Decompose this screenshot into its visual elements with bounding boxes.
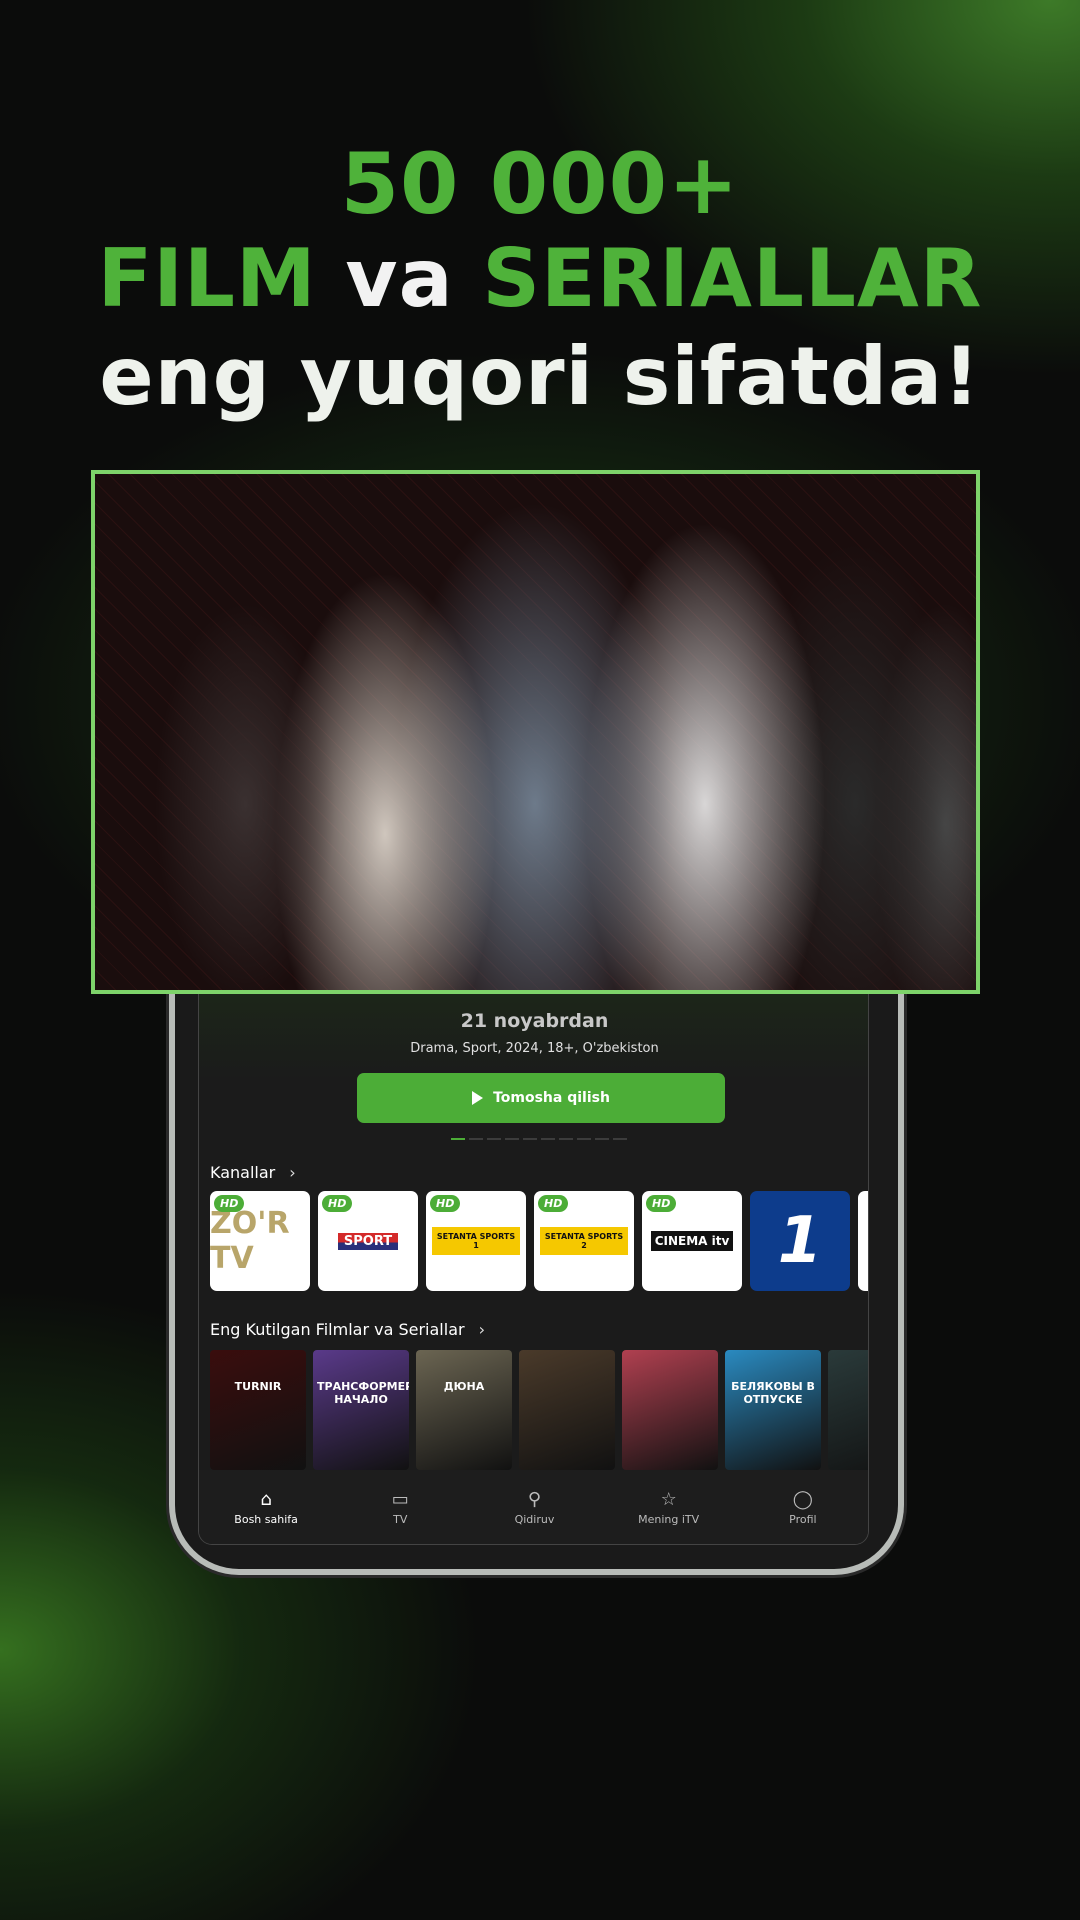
headline-film: FILM: [97, 232, 317, 325]
movie-poster[interactable]: [519, 1350, 615, 1470]
channels-list: HD ZO'R TV HD SPORT HD SETANTA SPORTS 1 HD S…: [210, 1191, 868, 1291]
headline-seriallar: SERIALLAR: [482, 232, 983, 325]
poster-title: TURNIR: [234, 1380, 282, 1393]
channel-sport[interactable]: HD SPORT: [318, 1191, 418, 1291]
channels-header[interactable]: Kanallar ›: [210, 1163, 296, 1182]
movies-title: Eng Kutilgan Filmlar va Seriallar: [210, 1320, 465, 1339]
home-icon: ⌂: [260, 1488, 272, 1510]
chevron-right-icon: ›: [289, 1163, 296, 1182]
nav-tv[interactable]: ▭ TV: [350, 1488, 450, 1526]
carousel-dot[interactable]: [559, 1138, 573, 1140]
carousel-dot[interactable]: [577, 1138, 591, 1140]
channel-zor-tv[interactable]: HD ZO'R TV: [210, 1191, 310, 1291]
channel-logo: 1: [777, 1204, 823, 1278]
hd-badge: HD: [322, 1195, 353, 1212]
channel-logo: SETANTA SPORTS 1: [432, 1227, 520, 1255]
chevron-right-icon: ›: [478, 1320, 485, 1339]
carousel-dot[interactable]: [487, 1138, 501, 1140]
headline-count: 50 000+: [340, 135, 740, 233]
headline-tagline: eng yuqori sifatda!: [99, 330, 981, 423]
carousel-dot[interactable]: [595, 1138, 609, 1140]
channel-logo: SETANTA SPORTS 2: [540, 1227, 628, 1255]
user-icon: ◯: [792, 1488, 813, 1510]
carousel-dot[interactable]: [613, 1138, 627, 1140]
movie-poster[interactable]: БЕЛЯКОВЫ В ОТПУСКЕ: [725, 1350, 821, 1470]
search-icon: ⚲: [527, 1488, 542, 1510]
bottom-nav: ⌂ Bosh sahifa ▭ TV ⚲ Qidiruv ☆ Mening iTV ◯ P…: [199, 1470, 868, 1544]
tv-icon: ▭: [391, 1488, 409, 1510]
channel-setanta-1[interactable]: HD SETANTA SPORTS 1: [426, 1191, 526, 1291]
star-icon: ☆: [660, 1488, 677, 1510]
poster-title: ТРАНСФОРМЕРЫ НАЧАЛО: [317, 1380, 409, 1406]
movie-poster[interactable]: [622, 1350, 718, 1470]
watch-button[interactable]: Tomosha qilish: [357, 1073, 725, 1123]
channel-setanta-2[interactable]: HD SETANTA SPORTS 2: [534, 1191, 634, 1291]
hero-banner-image[interactable]: [91, 470, 980, 994]
nav-profile[interactable]: ◯ Profil: [753, 1488, 853, 1526]
channel-logo: SPORT: [337, 1232, 399, 1250]
hd-badge: HD: [538, 1195, 569, 1212]
poster-title: ДЮНА: [443, 1380, 485, 1393]
hd-badge: HD: [214, 1195, 245, 1212]
nav-label: TV: [393, 1512, 408, 1526]
movie-poster[interactable]: ТРАНСФОРМЕРЫ НАЧАЛО: [313, 1350, 409, 1470]
nav-home[interactable]: ⌂ Bosh sahifa: [216, 1488, 316, 1526]
movie-poster[interactable]: ДЮНА: [416, 1350, 512, 1470]
app-screen: 21 noyabrdan Drama, Sport, 2024, 18+, O'…: [198, 960, 869, 1545]
channel-logo: CINEMA itv: [650, 1231, 734, 1251]
nav-label: Profil: [789, 1512, 817, 1526]
carousel-dot[interactable]: [541, 1138, 555, 1140]
release-date: 21 noyabrdan: [460, 1010, 609, 1032]
hd-badge: HD: [646, 1195, 677, 1212]
nav-my-itv[interactable]: ☆ Mening iTV: [619, 1488, 719, 1526]
poster-title: БЕЛЯКОВЫ В ОТПУСКЕ: [731, 1380, 815, 1406]
nav-label: Qidiruv: [514, 1512, 555, 1526]
hd-badge: HD: [430, 1195, 461, 1212]
headline-subtitle: FILM va SERIALLAR: [0, 232, 1080, 325]
channels-title: Kanallar: [210, 1163, 276, 1182]
genres: Drama, Sport, 2024, 18+, O'zbekiston: [410, 1041, 659, 1056]
play-icon: [472, 1091, 484, 1105]
carousel-dot[interactable]: [451, 1138, 465, 1140]
movie-poster[interactable]: [828, 1350, 868, 1470]
carousel-dot[interactable]: [469, 1138, 483, 1140]
nav-label: Mening iTV: [638, 1512, 700, 1526]
channel-cinema-itv[interactable]: HD CINEMA itv: [642, 1191, 742, 1291]
watch-label: Tomosha qilish: [493, 1090, 610, 1106]
nav-label: Bosh sahifa: [234, 1512, 298, 1526]
channel-logo: ZO'R TV: [210, 1206, 290, 1276]
headline-va: va: [345, 232, 454, 325]
movies-list: TURNIR ТРАНСФОРМЕРЫ НАЧАЛО ДЮНА БЕЛЯКОВЫ В …: [210, 1350, 868, 1470]
carousel-dot[interactable]: [523, 1138, 537, 1140]
channel-partial[interactable]: [858, 1191, 868, 1291]
carousel-dot[interactable]: [505, 1138, 519, 1140]
nav-search[interactable]: ⚲ Qidiruv: [484, 1488, 584, 1526]
movie-poster[interactable]: TURNIR: [210, 1350, 306, 1470]
channel-perviy[interactable]: 1: [750, 1191, 850, 1291]
carousel-dots: [451, 1138, 627, 1140]
movies-header[interactable]: Eng Kutilgan Filmlar va Seriallar ›: [210, 1320, 485, 1339]
